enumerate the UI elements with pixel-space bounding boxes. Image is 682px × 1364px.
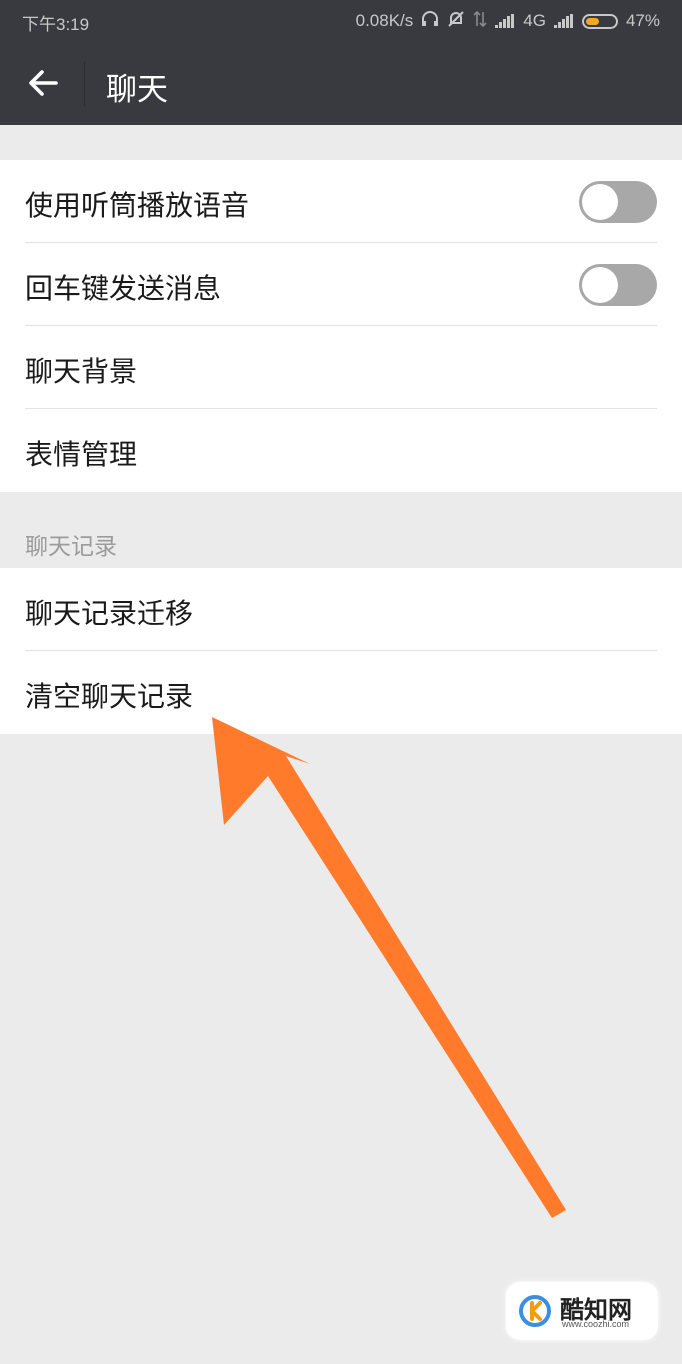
watermark-url: www.coozhi.com bbox=[562, 1319, 630, 1329]
coozhi-logo-icon bbox=[519, 1295, 551, 1327]
annotation-arrow bbox=[212, 717, 566, 1218]
watermark-logo: 酷知网 www.coozhi.com bbox=[506, 1282, 658, 1340]
